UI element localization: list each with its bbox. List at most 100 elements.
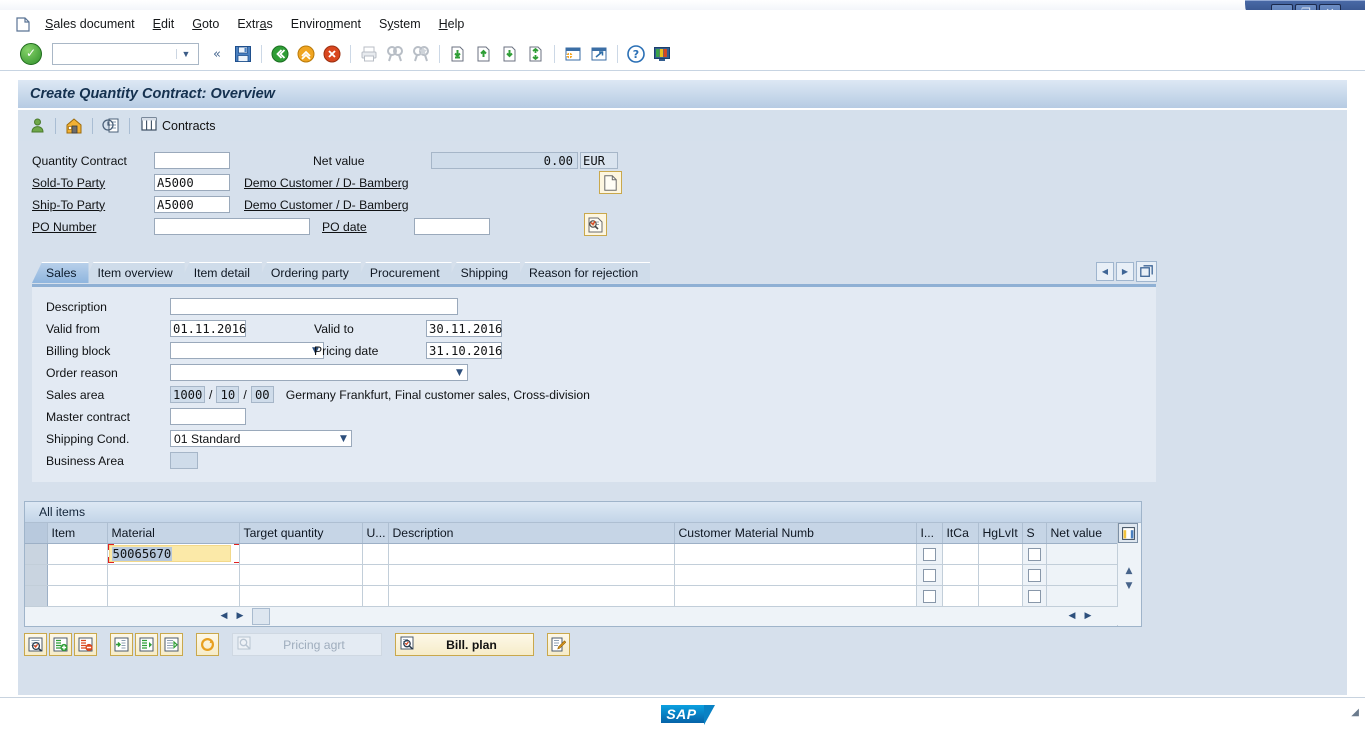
cell-customer-material[interactable]	[674, 585, 917, 607]
cell-s-checkbox[interactable]	[1022, 564, 1047, 586]
cell-customer-material[interactable]	[674, 543, 917, 565]
po-number-label[interactable]: PO Number	[32, 220, 152, 234]
chevron-down-icon[interactable]: ▼	[336, 434, 351, 444]
cell-material[interactable]	[107, 564, 240, 586]
document-header-icon[interactable]	[100, 115, 122, 137]
display-item-details-icon[interactable]	[24, 633, 47, 656]
billing-plan-button[interactable]: Bill. plan	[395, 633, 534, 656]
table-row[interactable]: 50065670	[25, 543, 1120, 565]
menu-item-goto[interactable]: Goto	[183, 14, 228, 34]
col-select-all[interactable]	[25, 523, 48, 544]
scroll-up-icon[interactable]: ▲	[1120, 563, 1138, 578]
shipping-cond-select[interactable]: 01 Standard ▼	[170, 430, 352, 447]
col-material[interactable]: Material	[107, 523, 240, 544]
cell-itca[interactable]	[942, 543, 979, 565]
sold-to-party-description[interactable]: Demo Customer / D- Bamberg	[244, 176, 409, 190]
chevron-down-icon[interactable]: ▼	[176, 49, 195, 59]
print-icon[interactable]	[357, 42, 381, 66]
col-unit[interactable]: U...	[362, 523, 389, 544]
scroll-left-icon[interactable]: ◀	[216, 609, 232, 624]
item-conditions-icon[interactable]	[110, 633, 133, 656]
ship-to-party-input[interactable]: A5000	[154, 196, 230, 213]
display-document-header-icon[interactable]	[584, 213, 607, 236]
cell-s-checkbox[interactable]	[1022, 585, 1047, 607]
contracts-button[interactable]: Contracts	[137, 115, 220, 137]
cell-item[interactable]	[47, 564, 108, 586]
pricing-date-input[interactable]: 31.10.2016	[426, 342, 502, 359]
row-selector[interactable]	[25, 564, 48, 586]
checkbox-icon[interactable]	[1027, 569, 1041, 583]
tab-item-detail[interactable]: Item detail	[179, 262, 262, 283]
command-field[interactable]: ▼	[52, 43, 199, 65]
quantity-contract-input[interactable]	[154, 152, 230, 169]
horizontal-scroll-thumb[interactable]	[252, 607, 270, 625]
billing-block-select[interactable]: ▼	[170, 342, 324, 359]
cell-description[interactable]	[388, 543, 675, 565]
col-customer-material[interactable]: Customer Material Numb	[674, 523, 917, 544]
grid-horizontal-scroll[interactable]: ◀ ▶ ◀ ▶	[26, 607, 1118, 625]
business-area-input[interactable]	[170, 452, 198, 469]
master-contract-input[interactable]	[170, 408, 246, 425]
cell-itca[interactable]	[942, 585, 979, 607]
cell-target-quantity[interactable]	[239, 585, 363, 607]
tab-list-icon[interactable]	[1136, 261, 1157, 282]
checkbox-icon[interactable]	[922, 548, 936, 562]
insert-item-icon[interactable]	[49, 633, 72, 656]
document-icon[interactable]	[10, 14, 36, 34]
scroll-left-icon-right[interactable]: ◀	[1064, 609, 1080, 624]
menu-item-system[interactable]: System	[370, 14, 430, 34]
tab-shipping[interactable]: Shipping	[446, 262, 521, 283]
find-icon[interactable]	[383, 42, 407, 66]
cell-unit[interactable]	[362, 564, 389, 586]
tab-sales[interactable]: Sales	[32, 262, 89, 283]
cell-description[interactable]	[388, 564, 675, 586]
cell-s-checkbox[interactable]	[1022, 543, 1047, 565]
sold-to-party-input[interactable]: A5000	[154, 174, 230, 191]
scroll-right-icon[interactable]: ▶	[232, 609, 248, 624]
cell-hglvit[interactable]	[978, 564, 1023, 586]
tab-scroll-left-icon[interactable]: ◀	[1096, 262, 1114, 281]
ship-to-party-label[interactable]: Ship-To Party	[32, 198, 152, 212]
delete-item-icon[interactable]	[74, 633, 97, 656]
po-date-label[interactable]: PO date	[322, 220, 414, 234]
tab-procurement[interactable]: Procurement	[355, 262, 452, 283]
col-i[interactable]: I...	[916, 523, 943, 544]
description-input[interactable]	[170, 298, 458, 315]
col-item[interactable]: Item	[47, 523, 108, 544]
cell-target-quantity[interactable]	[239, 564, 363, 586]
col-hglvit[interactable]: HgLvIt	[978, 523, 1023, 544]
tab-scroll-right-icon[interactable]: ▶	[1116, 262, 1134, 281]
help-icon[interactable]: ?	[624, 42, 648, 66]
po-number-input[interactable]	[154, 218, 310, 235]
cell-description[interactable]	[388, 585, 675, 607]
menu-item-environment[interactable]: Environment	[282, 14, 370, 34]
configuration-icon[interactable]	[135, 633, 158, 656]
tab-item-overview[interactable]: Item overview	[83, 262, 185, 283]
division-input[interactable]: 00	[250, 386, 274, 403]
cell-item[interactable]	[47, 543, 108, 565]
checkbox-icon[interactable]	[922, 590, 936, 604]
menu-item-extras[interactable]: Extras	[228, 14, 281, 34]
chevron-down-icon[interactable]: ▼	[452, 368, 467, 378]
enter-ok-icon[interactable]: ✓	[20, 43, 42, 65]
order-reason-select[interactable]: ▼	[170, 364, 468, 381]
cell-i-checkbox[interactable]	[916, 543, 943, 565]
first-page-icon[interactable]	[446, 42, 470, 66]
last-page-icon[interactable]	[524, 42, 548, 66]
menu-item-help[interactable]: Help	[430, 14, 474, 34]
grid-vertical-scroll[interactable]: ▲ ▼	[1117, 523, 1140, 626]
cell-material[interactable]	[107, 585, 240, 607]
customize-local-layout-icon[interactable]	[650, 42, 674, 66]
create-session-icon[interactable]	[561, 42, 585, 66]
partner-icon[interactable]	[26, 115, 48, 137]
row-selector[interactable]	[25, 585, 48, 607]
next-page-icon[interactable]	[498, 42, 522, 66]
sales-org-input[interactable]: 1000	[170, 386, 205, 403]
tab-reason-for-rejection[interactable]: Reason for rejection	[515, 262, 651, 283]
checkbox-icon[interactable]	[1027, 590, 1041, 604]
cell-hglvit[interactable]	[978, 543, 1023, 565]
cell-target-quantity[interactable]	[239, 543, 363, 565]
col-s[interactable]: S	[1022, 523, 1047, 544]
table-row[interactable]	[25, 585, 1120, 607]
cell-unit[interactable]	[362, 585, 389, 607]
